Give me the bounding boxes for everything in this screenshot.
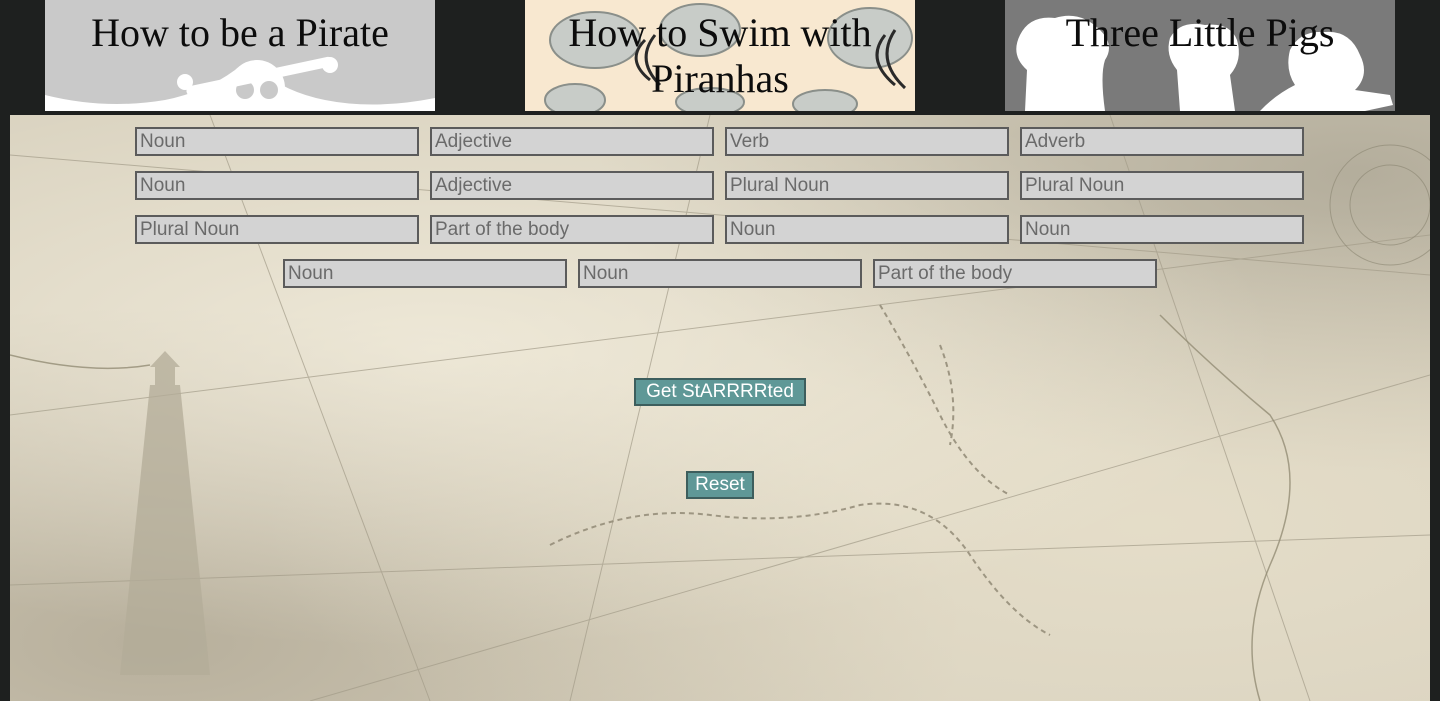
treasure-map-area: Get StARRRRted Reset — [10, 115, 1430, 701]
tab-label: Three Little Pigs — [1065, 10, 1335, 55]
adverb-input[interactable] — [1020, 127, 1304, 156]
tab-how-to-swim-with-piranhas[interactable]: How to Swim with Piranhas — [525, 0, 915, 111]
noun-input-6[interactable] — [578, 259, 862, 288]
adjective-input-1[interactable] — [430, 127, 714, 156]
plural-noun-input-1[interactable] — [725, 171, 1009, 200]
reset-button[interactable]: Reset — [686, 471, 754, 499]
body-part-input-2[interactable] — [873, 259, 1157, 288]
verb-input[interactable] — [725, 127, 1009, 156]
plural-noun-input-3[interactable] — [135, 215, 419, 244]
noun-input-1[interactable] — [135, 127, 419, 156]
old-map-background — [10, 115, 1430, 701]
body-part-input-1[interactable] — [430, 215, 714, 244]
tab-label: How to be a Pirate — [91, 10, 389, 55]
tab-how-to-be-a-pirate[interactable]: How to be a Pirate — [45, 0, 435, 111]
get-started-button[interactable]: Get StARRRRted — [634, 378, 806, 406]
noun-input-3[interactable] — [725, 215, 1009, 244]
compass-icon — [1329, 144, 1430, 266]
tab-label: How to Swim with Piranhas — [568, 10, 872, 101]
plural-noun-input-2[interactable] — [1020, 171, 1304, 200]
noun-input-4[interactable] — [1020, 215, 1304, 244]
noun-input-2[interactable] — [135, 171, 419, 200]
tab-three-little-pigs[interactable]: Three Little Pigs — [1005, 0, 1395, 111]
adjective-input-2[interactable] — [430, 171, 714, 200]
story-nav: How to be a Pirate How to Swim with Pira… — [0, 0, 1440, 113]
noun-input-5[interactable] — [283, 259, 567, 288]
